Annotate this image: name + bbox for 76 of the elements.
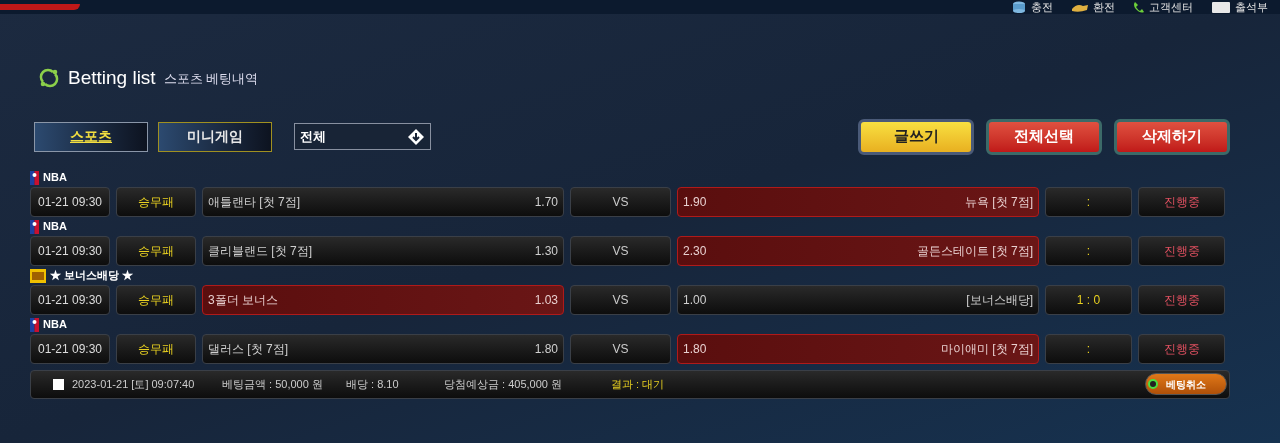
coins-icon xyxy=(1011,1,1027,13)
bet-status: 진행중 xyxy=(1138,186,1225,217)
match-time: 01-21 09:30 xyxy=(30,235,110,266)
home-team-option[interactable]: 댈러스 [첫 7점] 1.80 xyxy=(202,333,564,364)
team-name: 뉴욕 [첫 7점] xyxy=(965,193,1033,211)
away-team-option[interactable]: 2.30 골든스테이트 [첫 7점] xyxy=(677,235,1039,266)
action-button[interactable]: 글쓰기 xyxy=(858,118,974,155)
status-dot-icon xyxy=(1148,379,1158,389)
bet-amount: 베팅금액 : 50,000 원 xyxy=(222,376,324,392)
match-time: 01-21 09:30 xyxy=(30,186,110,217)
expected-payout: 당첨예상금 : 405,000 원 xyxy=(444,376,563,392)
score: : xyxy=(1045,235,1132,266)
league-label: NBA xyxy=(43,170,67,186)
nav-link[interactable]: 고객센터 xyxy=(1133,1,1193,13)
dropdown-icon xyxy=(407,127,425,146)
league-label: NBA xyxy=(43,317,67,333)
market-type: 승무패 xyxy=(116,333,196,364)
team-name: [보너스배당] xyxy=(966,291,1033,309)
market-type: 승무패 xyxy=(116,186,196,217)
odds: 1.30 xyxy=(534,242,558,260)
page-subtitle: 스포츠 베팅내역 xyxy=(163,69,259,88)
basketball-logo-icon xyxy=(30,317,39,332)
bet-odds: 배당 : 8.10 xyxy=(346,376,400,392)
select-checkbox[interactable] xyxy=(53,378,64,390)
away-team-option[interactable]: 1.80 마이애미 [첫 7점] xyxy=(677,333,1039,364)
basketball-logo-icon xyxy=(30,170,39,185)
home-team-option[interactable]: 클리블랜드 [첫 7점] 1.30 xyxy=(202,235,564,266)
category-select[interactable]: 전체 xyxy=(294,123,431,150)
score: : xyxy=(1045,333,1132,364)
action-button[interactable]: 전체선택 xyxy=(986,118,1102,155)
team-name: 댈러스 [첫 7점] xyxy=(208,340,288,358)
away-team-option[interactable]: 1.90 뉴욕 [첫 7점] xyxy=(677,186,1039,217)
odds: 1.70 xyxy=(534,193,558,211)
odds: 1.80 xyxy=(683,340,707,358)
tab[interactable]: 미니게임 xyxy=(158,121,272,152)
basketball-logo-icon xyxy=(30,219,39,234)
sync-icon xyxy=(38,68,60,89)
nav-link[interactable]: 환전 xyxy=(1071,1,1115,13)
odds: 2.30 xyxy=(683,242,707,260)
team-name: 3폴더 보너스 xyxy=(208,291,278,309)
team-name: 마이애미 [첫 7점] xyxy=(941,340,1033,358)
versus-label: VS xyxy=(570,333,671,364)
score: : xyxy=(1045,186,1132,217)
odds: 1.03 xyxy=(534,291,558,309)
market-type: 승무패 xyxy=(116,235,196,266)
versus-label: VS xyxy=(570,235,671,266)
odds: 1.00 xyxy=(683,291,707,309)
bet-result: 결과 : 대기 xyxy=(611,376,665,392)
away-team-option[interactable]: 1.00 [보너스배당] xyxy=(677,284,1039,315)
league-label: ★ 보너스배당 ★ xyxy=(50,268,134,284)
bet-status: 진행중 xyxy=(1138,235,1225,266)
odds: 1.90 xyxy=(683,193,707,211)
bonus-icon xyxy=(30,268,46,283)
home-team-option[interactable]: 3폴더 보너스 1.03 xyxy=(202,284,564,315)
league-label: NBA xyxy=(43,219,67,235)
page-title: Betting list xyxy=(68,66,156,90)
nav-link[interactable]: 출석부 xyxy=(1211,1,1268,13)
team-name: 골든스테이트 [첫 7점] xyxy=(917,242,1033,260)
market-type: 승무패 xyxy=(116,284,196,315)
cancel-bet-button[interactable]: 베팅취소 xyxy=(1145,373,1227,395)
bet-status: 진행중 xyxy=(1138,284,1225,315)
versus-label: VS xyxy=(570,284,671,315)
home-team-option[interactable]: 애틀랜타 [첫 7점] 1.70 xyxy=(202,186,564,217)
team-name: 클리블랜드 [첫 7점] xyxy=(208,242,312,260)
score: 1 : 0 xyxy=(1045,284,1132,315)
team-name: 애틀랜타 [첫 7점] xyxy=(208,193,300,211)
versus-label: VS xyxy=(570,186,671,217)
match-time: 01-21 09:30 xyxy=(30,284,110,315)
match-time: 01-21 09:30 xyxy=(30,333,110,364)
nav-link[interactable]: 충전 xyxy=(1011,1,1053,13)
tab[interactable]: 스포츠 xyxy=(34,121,148,152)
odds: 1.80 xyxy=(534,340,558,358)
phone-icon xyxy=(1133,1,1145,13)
action-button[interactable]: 삭제하기 xyxy=(1114,118,1230,155)
bet-status: 진행중 xyxy=(1138,333,1225,364)
bet-date: 2023-01-21 [토] 09:07:40 xyxy=(72,376,196,392)
